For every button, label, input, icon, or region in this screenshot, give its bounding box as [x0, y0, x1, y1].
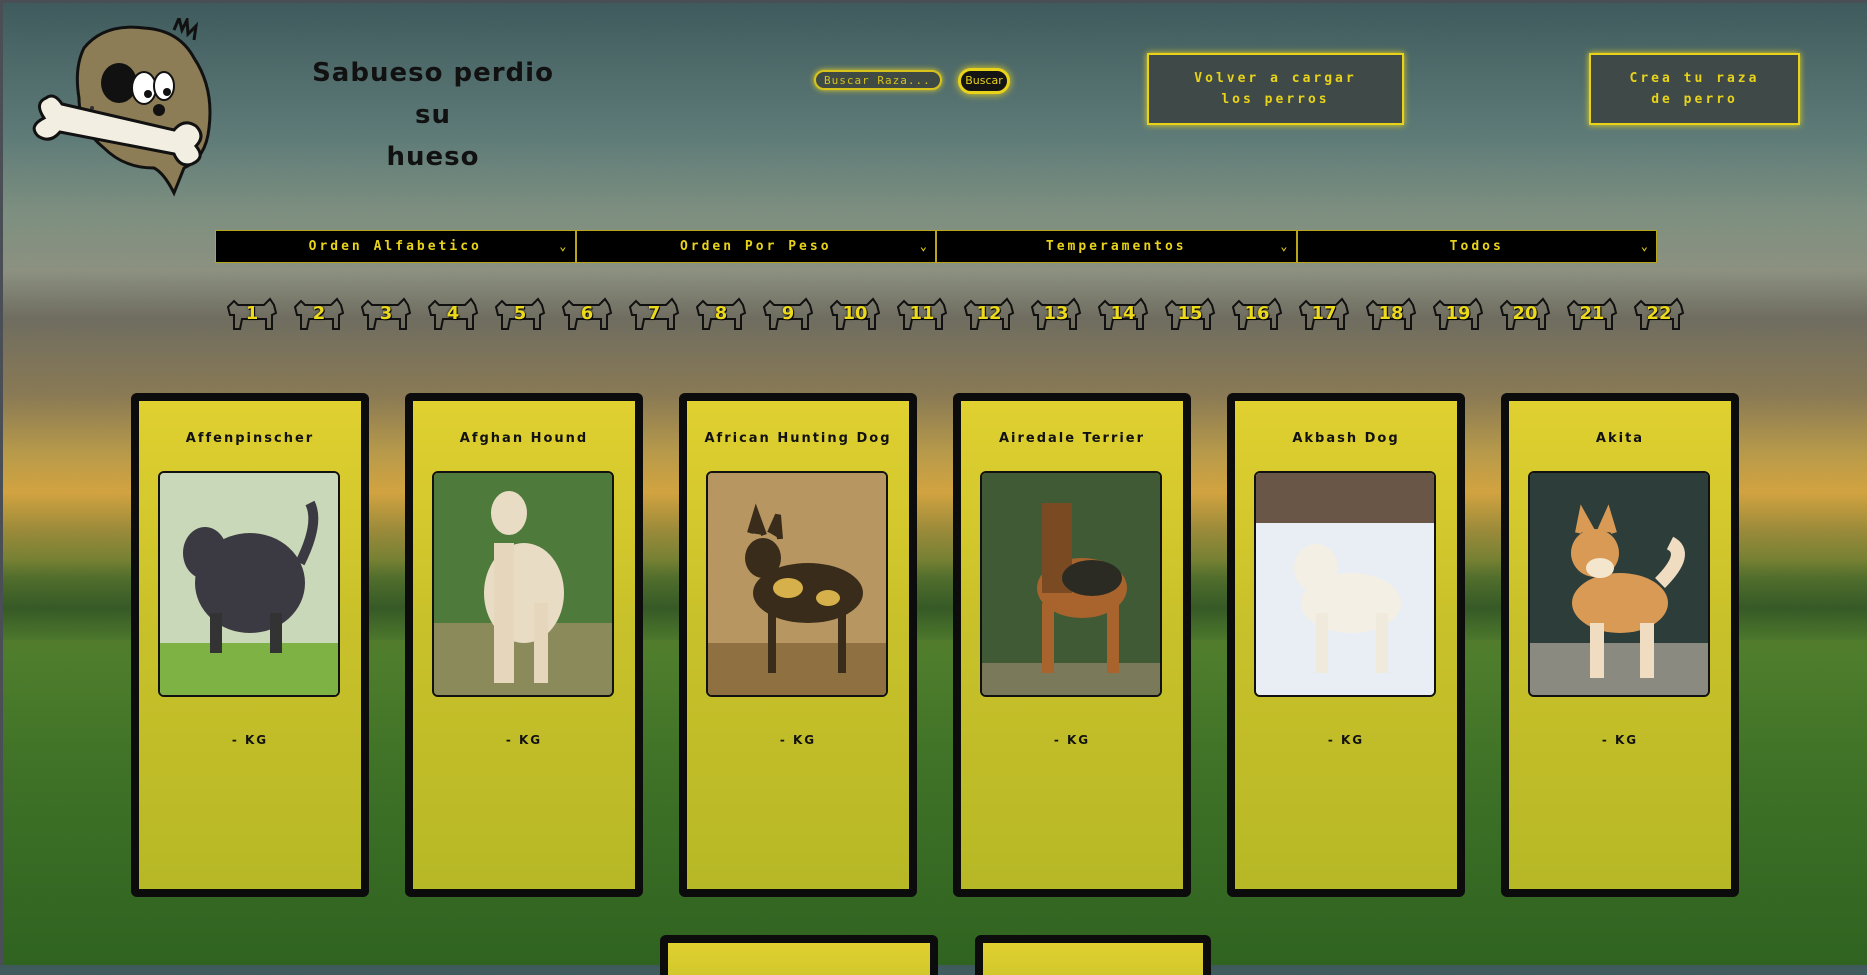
- dog-photo: [158, 471, 340, 697]
- page-title-line-1: Sabueso perdio su: [312, 58, 554, 130]
- page-button[interactable]: 2: [291, 293, 347, 333]
- page-button[interactable]: 5: [492, 293, 548, 333]
- dog-photo: [432, 471, 614, 697]
- page-button[interactable]: 12: [961, 293, 1017, 333]
- dog-photo: [1528, 471, 1710, 697]
- page-button[interactable]: 19: [1430, 293, 1486, 333]
- alphabetical-order-select[interactable]: Orden Alfabetico ⌄: [215, 230, 576, 263]
- page-number: 19: [1445, 303, 1471, 324]
- chevron-down-icon: ⌄: [1640, 239, 1648, 253]
- dog-card[interactable]: Affenpinscher - KG: [131, 393, 369, 897]
- page-button[interactable]: 11: [894, 293, 950, 333]
- page-button[interactable]: 4: [425, 293, 481, 333]
- dog-weight: - KG: [231, 733, 269, 747]
- dog-breed-name: African Hunting Dog: [704, 431, 892, 446]
- page-number: 20: [1512, 303, 1538, 324]
- dog-weight: - KG: [1327, 733, 1365, 747]
- page-title-line-2: hueso: [386, 142, 480, 172]
- page-button[interactable]: 15: [1162, 293, 1218, 333]
- dog-card[interactable]: Akbash Dog - KG: [1227, 393, 1465, 897]
- page-number: 16: [1244, 303, 1270, 324]
- dog-card[interactable]: Afghan Hound - KG: [405, 393, 643, 897]
- page-number: 10: [842, 303, 868, 324]
- dog-photo: [980, 471, 1162, 697]
- page-button[interactable]: 20: [1497, 293, 1553, 333]
- page-number: 2: [312, 303, 326, 324]
- page-button[interactable]: 9: [760, 293, 816, 333]
- page-number: 17: [1311, 303, 1337, 324]
- page-number: 3: [379, 303, 393, 324]
- page-button[interactable]: 16: [1229, 293, 1285, 333]
- page-title: Sabueso perdio su hueso: [298, 52, 568, 178]
- page-number: 18: [1378, 303, 1404, 324]
- page-number: 1: [245, 303, 259, 324]
- temperament-label: Temperamentos: [1045, 239, 1187, 254]
- dog-breed-name: Afghan Hound: [459, 431, 589, 446]
- dog-card-body: Affenpinscher - KG: [139, 401, 361, 889]
- page-button[interactable]: 22: [1631, 293, 1687, 333]
- logo-dog-with-bone: [24, 13, 230, 203]
- reload-dogs-button[interactable]: Volver a cargar los perros: [1147, 53, 1404, 125]
- weight-order-select[interactable]: Orden Por Peso ⌄: [575, 230, 936, 263]
- page-number: 12: [976, 303, 1002, 324]
- page-button[interactable]: 6: [559, 293, 615, 333]
- page-number: 13: [1043, 303, 1069, 324]
- dog-card-partial[interactable]: [975, 935, 1211, 975]
- dog-weight: - KG: [779, 733, 817, 747]
- dog-card-body: Akbash Dog - KG: [1235, 401, 1457, 889]
- page-number: 4: [446, 303, 460, 324]
- chevron-down-icon: ⌄: [559, 239, 567, 253]
- dog-photo: [706, 471, 888, 697]
- page-button[interactable]: 10: [827, 293, 883, 333]
- dog-card[interactable]: African Hunting Dog - KG: [679, 393, 917, 897]
- page-button[interactable]: 7: [626, 293, 682, 333]
- dog-card-partial[interactable]: [660, 935, 938, 975]
- dog-weight: - KG: [505, 733, 543, 747]
- dog-weight: - KG: [1053, 733, 1091, 747]
- dog-card-grid: Affenpinscher - KG Afghan Hound - KG African…: [131, 393, 1739, 897]
- dog-photo: [1254, 471, 1436, 697]
- dog-breed-name: Akita: [1595, 431, 1645, 446]
- source-label: Todos: [1449, 239, 1504, 254]
- page-number: 9: [781, 303, 795, 324]
- dog-breed-name: Akbash Dog: [1292, 431, 1400, 446]
- page-button[interactable]: 8: [693, 293, 749, 333]
- dog-card[interactable]: Akita - KG: [1501, 393, 1739, 897]
- page-number: 5: [513, 303, 527, 324]
- page-number: 22: [1646, 303, 1672, 324]
- page-number: 14: [1110, 303, 1136, 324]
- page-number: 8: [714, 303, 728, 324]
- dog-weight: - KG: [1601, 733, 1639, 747]
- chevron-down-icon: ⌄: [919, 239, 927, 253]
- dog-breed-name: Affenpinscher: [185, 431, 315, 446]
- source-select[interactable]: Todos ⌄: [1296, 230, 1657, 263]
- page-number: 15: [1177, 303, 1203, 324]
- create-breed-button[interactable]: Crea tu raza de perro: [1589, 53, 1800, 125]
- page-number: 11: [909, 303, 935, 324]
- page-button[interactable]: 14: [1095, 293, 1151, 333]
- dog-card-body: Akita - KG: [1509, 401, 1731, 889]
- page-button[interactable]: 3: [358, 293, 414, 333]
- dog-card[interactable]: Airedale Terrier - KG: [953, 393, 1191, 897]
- dog-card-body: Airedale Terrier - KG: [961, 401, 1183, 889]
- temperament-select[interactable]: Temperamentos ⌄: [936, 230, 1297, 263]
- search-button[interactable]: Buscar: [958, 68, 1010, 94]
- page-button[interactable]: 1: [224, 293, 280, 333]
- chevron-down-icon: ⌄: [1280, 239, 1288, 253]
- dog-breed-name: Airedale Terrier: [998, 431, 1146, 446]
- page-button[interactable]: 17: [1296, 293, 1352, 333]
- search-input[interactable]: [814, 70, 942, 90]
- page-button[interactable]: 13: [1028, 293, 1084, 333]
- filter-bar: Orden Alfabetico ⌄ Orden Por Peso ⌄ Temp…: [215, 230, 1657, 265]
- page-button[interactable]: 18: [1363, 293, 1419, 333]
- page-number: 21: [1579, 303, 1605, 324]
- pagination: 1 2 3 4 5 6 7 8 9 10 11 12 13 14 15 16 17 18 19 20 21 22: [224, 293, 1687, 333]
- page-number: 7: [647, 303, 661, 324]
- page-button[interactable]: 21: [1564, 293, 1620, 333]
- page-number: 6: [580, 303, 594, 324]
- alphabetical-order-label: Orden Alfabetico: [308, 239, 482, 254]
- weight-order-label: Orden Por Peso: [679, 239, 832, 254]
- dog-card-body: African Hunting Dog - KG: [687, 401, 909, 889]
- dog-card-body: Afghan Hound - KG: [413, 401, 635, 889]
